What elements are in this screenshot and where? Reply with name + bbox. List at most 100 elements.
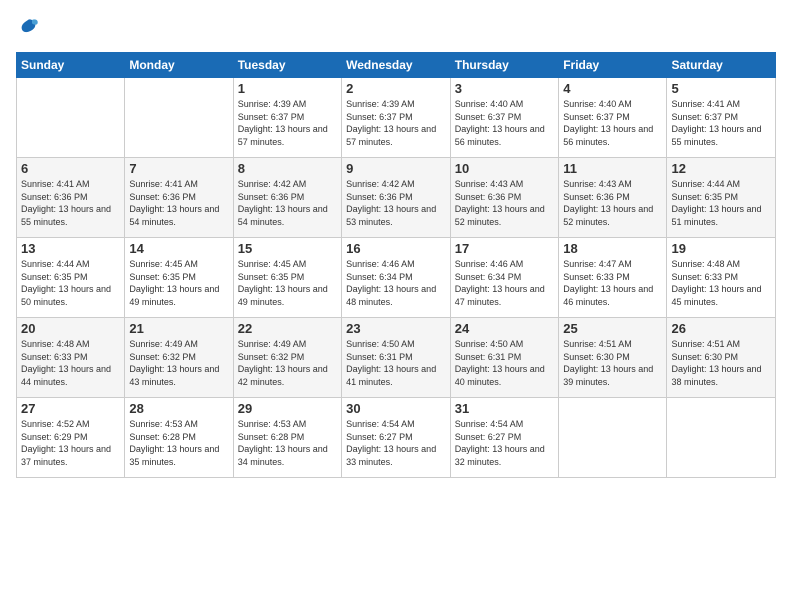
day-info: Sunrise: 4:51 AM Sunset: 6:30 PM Dayligh…: [563, 338, 662, 388]
day-info: Sunrise: 4:49 AM Sunset: 6:32 PM Dayligh…: [238, 338, 337, 388]
calendar-cell: [17, 78, 125, 158]
day-info: Sunrise: 4:49 AM Sunset: 6:32 PM Dayligh…: [129, 338, 228, 388]
calendar-cell: [125, 78, 233, 158]
calendar-cell: 26 Sunrise: 4:51 AM Sunset: 6:30 PM Dayli…: [667, 318, 776, 398]
day-number: 19: [671, 241, 771, 256]
calendar-cell: 19 Sunrise: 4:48 AM Sunset: 6:33 PM Dayli…: [667, 238, 776, 318]
day-info: Sunrise: 4:54 AM Sunset: 6:27 PM Dayligh…: [346, 418, 446, 468]
weekday-thursday: Thursday: [450, 53, 558, 78]
day-number: 14: [129, 241, 228, 256]
day-info: Sunrise: 4:52 AM Sunset: 6:29 PM Dayligh…: [21, 418, 120, 468]
calendar-cell: 29 Sunrise: 4:53 AM Sunset: 6:28 PM Dayli…: [233, 398, 341, 478]
calendar-cell: 4 Sunrise: 4:40 AM Sunset: 6:37 PM Daylig…: [559, 78, 667, 158]
day-number: 31: [455, 401, 554, 416]
day-info: Sunrise: 4:40 AM Sunset: 6:37 PM Dayligh…: [455, 98, 554, 148]
weekday-saturday: Saturday: [667, 53, 776, 78]
day-info: Sunrise: 4:48 AM Sunset: 6:33 PM Dayligh…: [671, 258, 771, 308]
calendar-cell: 23 Sunrise: 4:50 AM Sunset: 6:31 PM Dayli…: [342, 318, 451, 398]
week-row-1: 1 Sunrise: 4:39 AM Sunset: 6:37 PM Daylig…: [17, 78, 776, 158]
day-number: 30: [346, 401, 446, 416]
day-info: Sunrise: 4:41 AM Sunset: 6:36 PM Dayligh…: [129, 178, 228, 228]
week-row-3: 13Sunrise: 4:44 AM Sunset: 6:35 PM Dayli…: [17, 238, 776, 318]
day-info: Sunrise: 4:43 AM Sunset: 6:36 PM Dayligh…: [455, 178, 554, 228]
calendar-cell: 8Sunrise: 4:42 AM Sunset: 6:36 PM Daylig…: [233, 158, 341, 238]
calendar-cell: 3 Sunrise: 4:40 AM Sunset: 6:37 PM Daylig…: [450, 78, 558, 158]
calendar-cell: 28Sunrise: 4:53 AM Sunset: 6:28 PM Dayli…: [125, 398, 233, 478]
day-info: Sunrise: 4:45 AM Sunset: 6:35 PM Dayligh…: [129, 258, 228, 308]
weekday-header-row: SundayMondayTuesdayWednesdayThursdayFrid…: [17, 53, 776, 78]
day-info: Sunrise: 4:40 AM Sunset: 6:37 PM Dayligh…: [563, 98, 662, 148]
calendar-cell: 18 Sunrise: 4:47 AM Sunset: 6:33 PM Dayli…: [559, 238, 667, 318]
week-row-2: 6 Sunrise: 4:41 AM Sunset: 6:36 PM Daylig…: [17, 158, 776, 238]
calendar-cell: 5Sunrise: 4:41 AM Sunset: 6:37 PM Daylig…: [667, 78, 776, 158]
day-number: 6: [21, 161, 120, 176]
day-info: Sunrise: 4:43 AM Sunset: 6:36 PM Dayligh…: [563, 178, 662, 228]
weekday-monday: Monday: [125, 53, 233, 78]
day-number: 25: [563, 321, 662, 336]
calendar-cell: 7 Sunrise: 4:41 AM Sunset: 6:36 PM Daylig…: [125, 158, 233, 238]
weekday-friday: Friday: [559, 53, 667, 78]
day-number: 11: [563, 161, 662, 176]
day-number: 26: [671, 321, 771, 336]
day-info: Sunrise: 4:42 AM Sunset: 6:36 PM Dayligh…: [346, 178, 446, 228]
day-number: 29: [238, 401, 337, 416]
calendar-cell: 15Sunrise: 4:45 AM Sunset: 6:35 PM Dayli…: [233, 238, 341, 318]
day-number: 15: [238, 241, 337, 256]
calendar-cell: 12 Sunrise: 4:44 AM Sunset: 6:35 PM Dayli…: [667, 158, 776, 238]
logo: [16, 16, 44, 40]
day-info: Sunrise: 4:46 AM Sunset: 6:34 PM Dayligh…: [346, 258, 446, 308]
calendar-cell: 13Sunrise: 4:44 AM Sunset: 6:35 PM Dayli…: [17, 238, 125, 318]
day-number: 16: [346, 241, 446, 256]
day-info: Sunrise: 4:48 AM Sunset: 6:33 PM Dayligh…: [21, 338, 120, 388]
calendar-cell: 30 Sunrise: 4:54 AM Sunset: 6:27 PM Dayli…: [342, 398, 451, 478]
day-number: 18: [563, 241, 662, 256]
calendar-cell: 17 Sunrise: 4:46 AM Sunset: 6:34 PM Dayli…: [450, 238, 558, 318]
page: SundayMondayTuesdayWednesdayThursdayFrid…: [0, 0, 792, 612]
day-number: 9: [346, 161, 446, 176]
calendar-cell: 6 Sunrise: 4:41 AM Sunset: 6:36 PM Daylig…: [17, 158, 125, 238]
calendar-cell: 21Sunrise: 4:49 AM Sunset: 6:32 PM Dayli…: [125, 318, 233, 398]
weekday-sunday: Sunday: [17, 53, 125, 78]
day-info: Sunrise: 4:41 AM Sunset: 6:37 PM Dayligh…: [671, 98, 771, 148]
day-number: 17: [455, 241, 554, 256]
day-number: 23: [346, 321, 446, 336]
calendar-cell: [667, 398, 776, 478]
calendar-cell: 20 Sunrise: 4:48 AM Sunset: 6:33 PM Dayli…: [17, 318, 125, 398]
logo-icon: [16, 16, 40, 40]
calendar-table: SundayMondayTuesdayWednesdayThursdayFrid…: [16, 52, 776, 478]
day-info: Sunrise: 4:50 AM Sunset: 6:31 PM Dayligh…: [455, 338, 554, 388]
day-number: 2: [346, 81, 446, 96]
day-info: Sunrise: 4:51 AM Sunset: 6:30 PM Dayligh…: [671, 338, 771, 388]
calendar-cell: [559, 398, 667, 478]
day-number: 28: [129, 401, 228, 416]
calendar-cell: 24Sunrise: 4:50 AM Sunset: 6:31 PM Dayli…: [450, 318, 558, 398]
week-row-5: 27 Sunrise: 4:52 AM Sunset: 6:29 PM Dayli…: [17, 398, 776, 478]
day-info: Sunrise: 4:46 AM Sunset: 6:34 PM Dayligh…: [455, 258, 554, 308]
day-info: Sunrise: 4:47 AM Sunset: 6:33 PM Dayligh…: [563, 258, 662, 308]
day-number: 3: [455, 81, 554, 96]
day-info: Sunrise: 4:44 AM Sunset: 6:35 PM Dayligh…: [671, 178, 771, 228]
day-number: 7: [129, 161, 228, 176]
calendar-cell: 1Sunrise: 4:39 AM Sunset: 6:37 PM Daylig…: [233, 78, 341, 158]
day-info: Sunrise: 4:54 AM Sunset: 6:27 PM Dayligh…: [455, 418, 554, 468]
day-info: Sunrise: 4:53 AM Sunset: 6:28 PM Dayligh…: [238, 418, 337, 468]
header: [16, 16, 776, 40]
week-row-4: 20 Sunrise: 4:48 AM Sunset: 6:33 PM Dayli…: [17, 318, 776, 398]
calendar-cell: 25 Sunrise: 4:51 AM Sunset: 6:30 PM Dayli…: [559, 318, 667, 398]
calendar-cell: 2 Sunrise: 4:39 AM Sunset: 6:37 PM Daylig…: [342, 78, 451, 158]
calendar-cell: 14 Sunrise: 4:45 AM Sunset: 6:35 PM Dayli…: [125, 238, 233, 318]
weekday-wednesday: Wednesday: [342, 53, 451, 78]
day-info: Sunrise: 4:39 AM Sunset: 6:37 PM Dayligh…: [346, 98, 446, 148]
calendar-cell: 10 Sunrise: 4:43 AM Sunset: 6:36 PM Dayli…: [450, 158, 558, 238]
day-info: Sunrise: 4:50 AM Sunset: 6:31 PM Dayligh…: [346, 338, 446, 388]
day-info: Sunrise: 4:41 AM Sunset: 6:36 PM Dayligh…: [21, 178, 120, 228]
day-number: 4: [563, 81, 662, 96]
day-number: 10: [455, 161, 554, 176]
day-number: 27: [21, 401, 120, 416]
calendar-cell: 9 Sunrise: 4:42 AM Sunset: 6:36 PM Daylig…: [342, 158, 451, 238]
day-info: Sunrise: 4:44 AM Sunset: 6:35 PM Dayligh…: [21, 258, 120, 308]
day-number: 12: [671, 161, 771, 176]
day-number: 20: [21, 321, 120, 336]
day-info: Sunrise: 4:42 AM Sunset: 6:36 PM Dayligh…: [238, 178, 337, 228]
day-number: 1: [238, 81, 337, 96]
